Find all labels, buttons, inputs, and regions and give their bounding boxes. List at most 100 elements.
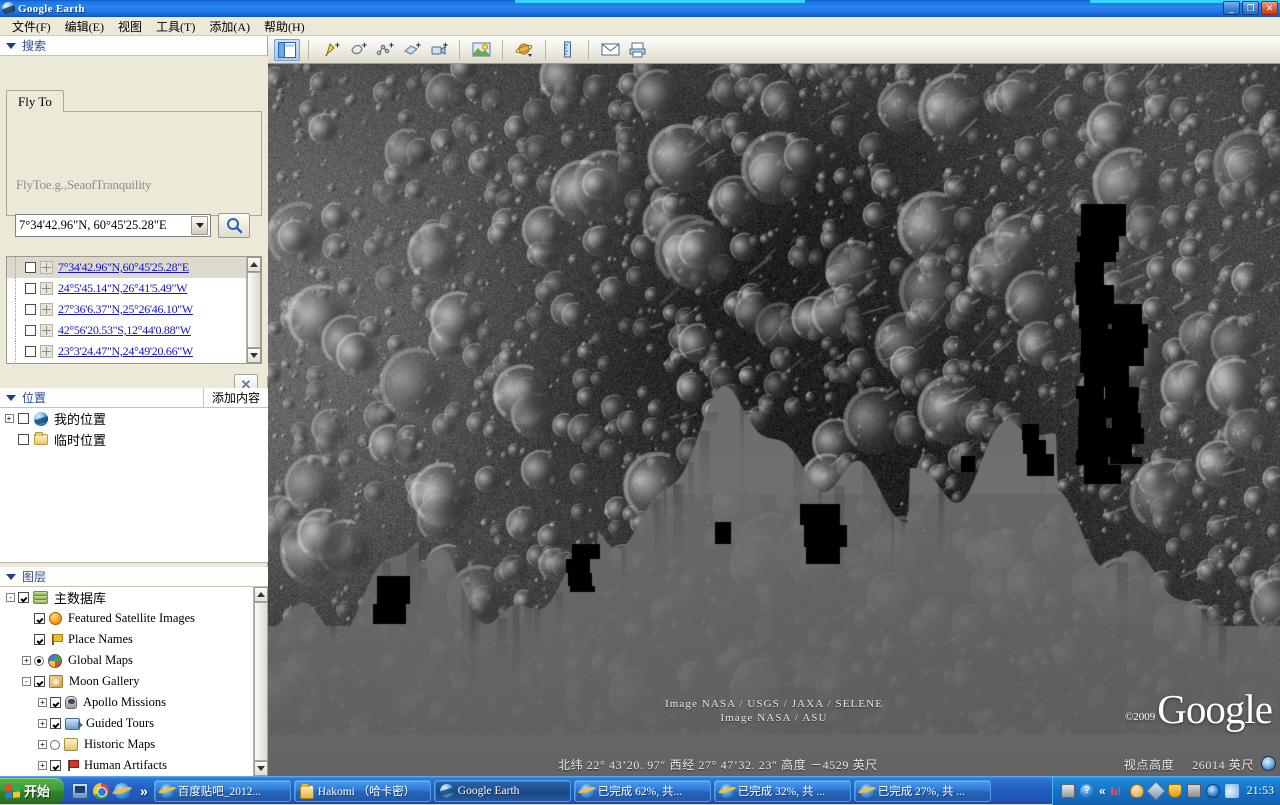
show-desktop-icon[interactable]: [72, 782, 88, 799]
taskbar-button[interactable]: 已完成 27%, 共 ...: [853, 779, 991, 802]
layer-checkbox[interactable]: [50, 718, 61, 729]
layers-scrollbar[interactable]: [253, 587, 268, 776]
expand-toggle[interactable]: -: [6, 593, 15, 602]
layers-tree-row[interactable]: Featured Satellite Images: [0, 608, 252, 629]
record-tour-button[interactable]: +: [425, 39, 451, 61]
keyboard-icon[interactable]: [1060, 783, 1075, 798]
tab-fly-to[interactable]: Fly To: [6, 90, 64, 112]
result-label[interactable]: 42°56'20.53"S,12°44'0.88"W: [58, 323, 191, 338]
taskbar-button[interactable]: Google Earth: [433, 779, 571, 802]
map-viewport[interactable]: Image NASA / USGS / JAXA / SELENE Image …: [268, 64, 1280, 776]
places-panel-header[interactable]: 位置 添加内容: [0, 388, 268, 408]
expand-toggle[interactable]: +: [38, 761, 47, 770]
layers-tree-row[interactable]: Place Names: [0, 629, 252, 650]
ruler-button[interactable]: [554, 39, 580, 61]
start-button[interactable]: 开始: [0, 777, 64, 804]
result-label[interactable]: 27°36'6.37"N,25°26'46.10"W: [58, 302, 193, 317]
scroll-down-button[interactable]: [254, 761, 268, 776]
menu-help[interactable]: 帮助(H): [257, 16, 312, 37]
collapse-caret-icon[interactable]: [6, 394, 16, 401]
maximize-button[interactable]: ❐: [1242, 1, 1259, 15]
layers-tree-row[interactable]: + Apollo Missions: [0, 692, 252, 713]
taskbar-button[interactable]: Hakomi （哈卡密）: [293, 779, 431, 802]
result-checkbox[interactable]: [25, 283, 36, 294]
scroll-thumb[interactable]: [254, 602, 268, 761]
layers-tree-row[interactable]: + Human Artifacts: [0, 755, 252, 776]
search-history-dropdown[interactable]: [191, 216, 208, 235]
search-result-row[interactable]: 7°34'42.96"N,60°45'25.28"E: [7, 257, 247, 278]
taskbar-button[interactable]: 已完成 32%, 共 ...: [713, 779, 851, 802]
menu-tools[interactable]: 工具(T): [149, 16, 202, 37]
result-label[interactable]: 7°34'42.96"N,60°45'25.28"E: [58, 260, 189, 275]
trash-icon[interactable]: [1186, 783, 1201, 798]
visibility-checkbox[interactable]: [18, 434, 29, 445]
layer-radio[interactable]: [50, 739, 60, 750]
switch-planet-button[interactable]: [511, 39, 537, 61]
menu-file[interactable]: 文件(F): [5, 16, 58, 37]
add-content-button[interactable]: 添加内容: [202, 388, 268, 407]
menu-edit[interactable]: 编辑(E): [58, 16, 111, 37]
collapse-caret-icon[interactable]: [6, 573, 16, 580]
layer-checkbox[interactable]: [50, 760, 61, 771]
layers-tree-row[interactable]: - Moon Gallery: [0, 671, 252, 692]
search-result-row[interactable]: 27°36'6.37"N,25°26'46.10"W: [7, 299, 247, 320]
layer-checkbox[interactable]: [34, 613, 45, 624]
print-button[interactable]: [624, 39, 650, 61]
expand-toggle[interactable]: +: [4, 414, 14, 423]
search-result-row[interactable]: 42°56'20.53"S,12°44'0.88"W: [7, 320, 247, 341]
layers-tree-row[interactable]: + Global Maps: [0, 650, 252, 671]
email-button[interactable]: [597, 39, 623, 61]
layer-checkbox[interactable]: [50, 697, 61, 708]
taskbar-button[interactable]: 百度贴吧_2012...: [153, 779, 291, 802]
h-red-icon[interactable]: h!: [1111, 784, 1125, 798]
result-label[interactable]: 24°5'45.14"N,26°41'5.49"W: [58, 281, 188, 296]
search-button[interactable]: [218, 213, 250, 238]
layers-tree-row[interactable]: + Historic Maps: [0, 734, 252, 755]
result-checkbox[interactable]: [25, 262, 36, 273]
taskbar-clock[interactable]: 21:53: [1247, 783, 1274, 798]
search-input-value[interactable]: 7°34'42.96"N, 60°45'25.28"E: [16, 218, 191, 233]
add-placemark-button[interactable]: +: [317, 39, 343, 61]
expand-tray-icon[interactable]: «: [1099, 784, 1106, 798]
internet-explorer-icon[interactable]: [114, 782, 130, 799]
close-button[interactable]: ✕: [1261, 1, 1278, 15]
layers-tree-row[interactable]: + Guided Tours: [0, 713, 252, 734]
layers-panel-header[interactable]: 图层: [0, 567, 268, 587]
result-checkbox[interactable]: [25, 325, 36, 336]
menu-add[interactable]: 添加(A): [202, 16, 257, 37]
visibility-checkbox[interactable]: [18, 413, 29, 424]
search-input[interactable]: 7°34'42.96"N, 60°45'25.28"E: [15, 214, 211, 237]
scroll-thumb[interactable]: [247, 272, 261, 348]
taskbar-button[interactable]: 已完成 62%, 共...: [573, 779, 711, 802]
pen-icon[interactable]: [1145, 780, 1166, 801]
search-results-scrollbar[interactable]: [246, 257, 261, 363]
collapse-caret-icon[interactable]: [6, 42, 16, 49]
places-tree-row[interactable]: 临时位置: [0, 429, 268, 450]
places-tree-row[interactable]: + 我的位置: [0, 408, 268, 429]
layer-checkbox[interactable]: [34, 634, 45, 645]
expand-toggle[interactable]: +: [38, 698, 47, 707]
add-path-button[interactable]: +: [371, 39, 397, 61]
window-titlebar[interactable]: Google Earth _ ❐ ✕: [0, 0, 1280, 17]
help-icon[interactable]: ?: [1079, 783, 1094, 798]
scroll-up-button[interactable]: [254, 587, 268, 602]
search-result-row[interactable]: 24°5'45.14"N,26°41'5.49"W: [7, 278, 247, 299]
search-panel-header[interactable]: 搜索: [0, 36, 267, 56]
shield-icon[interactable]: [1167, 783, 1182, 798]
add-image-overlay-button[interactable]: +: [398, 39, 424, 61]
layer-radio[interactable]: [34, 655, 44, 666]
chrome-icon[interactable]: [93, 782, 109, 799]
expand-toggle[interactable]: +: [38, 719, 47, 728]
toggle-sidebar-button[interactable]: [274, 38, 300, 61]
scroll-up-button[interactable]: [247, 257, 261, 272]
volume-icon[interactable]: [1224, 783, 1239, 798]
user-account-icon[interactable]: [1129, 783, 1144, 798]
add-polygon-button[interactable]: +: [344, 39, 370, 61]
expand-toggle[interactable]: -: [22, 677, 31, 686]
menu-view[interactable]: 视图: [111, 16, 149, 37]
result-checkbox[interactable]: [25, 304, 36, 315]
layer-checkbox[interactable]: [18, 592, 29, 603]
layers-tree-row[interactable]: - 主数据库: [0, 587, 252, 608]
moon-surface-imagery[interactable]: [268, 64, 1280, 776]
expand-toggle[interactable]: +: [22, 656, 31, 665]
